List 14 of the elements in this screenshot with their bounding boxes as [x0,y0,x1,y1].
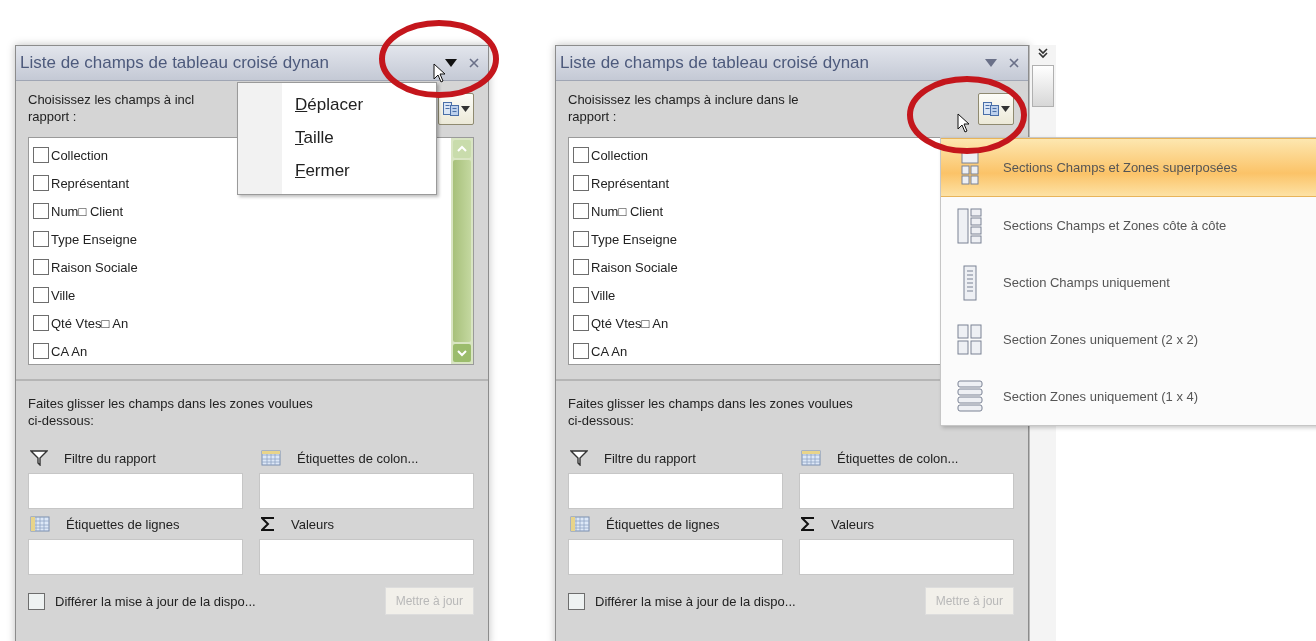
zone-label: Valeurs [831,516,875,532]
instruction-text: Choisissez les champs à inclure dans le rapport : [568,91,799,125]
drag-instruction-text: Faites glisser les champs dans les zones voulues ci-dessous: [568,395,853,429]
panel-title: Liste de champs de tableau croisé dynan [560,53,871,73]
zone-label: Filtre du rapport [604,450,696,466]
zone-label: Étiquettes de lignes [606,516,720,532]
drag-instruction-text: Faites glisser les champs dans les zones voulues ci-dessous: [28,395,313,429]
zone-label: Filtre du rapport [64,450,156,466]
zone-label: Valeurs [291,516,335,532]
panel-title: Liste de champs de tableau croisé dynan [20,53,331,73]
zone-label: Étiquettes de colon... [297,450,419,466]
zone-label: Étiquettes de colon... [837,450,959,466]
instruction-text: Choisissez les champs à incl rapport : [28,91,195,125]
zone-label: Étiquettes de lignes [66,516,180,532]
